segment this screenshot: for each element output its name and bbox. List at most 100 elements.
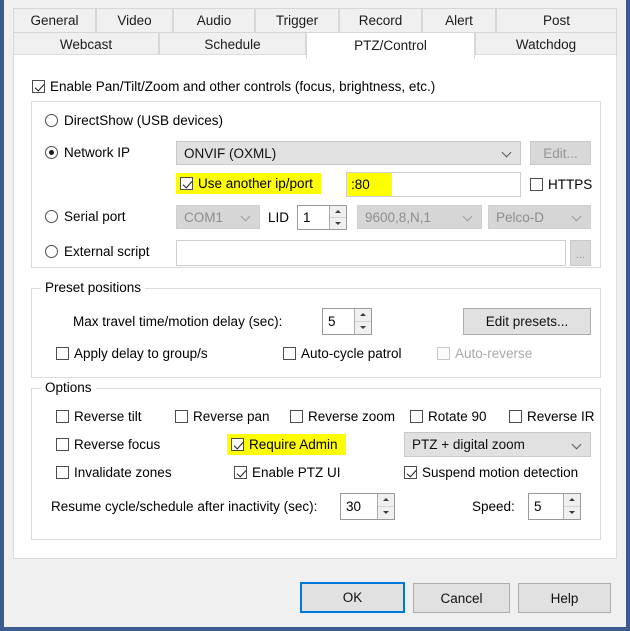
max-travel-time-spinner[interactable]: 5	[322, 308, 372, 335]
lid-value: 1	[303, 210, 311, 225]
speed-label: Speed:	[472, 499, 515, 514]
reverse-pan-label: Reverse pan	[193, 409, 270, 424]
edit-presets-button[interactable]: Edit presets...	[463, 308, 591, 335]
ip-port-value: :80	[347, 173, 392, 196]
radio-external-script-label: External script	[64, 244, 150, 259]
spinner-down-icon[interactable]	[564, 507, 580, 519]
enable-ptz-ui-checkbox[interactable]: Enable PTZ UI	[234, 465, 341, 480]
checkbox-box	[56, 438, 69, 451]
ok-label: OK	[342, 590, 363, 605]
browse-script-button[interactable]: ...	[570, 240, 591, 266]
serial-protocol-combo[interactable]: Pelco-D	[488, 205, 591, 229]
checkbox-box	[530, 178, 543, 191]
speed-value: 5	[534, 499, 542, 514]
invalidate-zones-checkbox[interactable]: Invalidate zones	[56, 465, 172, 480]
checkbox-box	[56, 347, 69, 360]
enable-ptz-checkbox[interactable]: Enable Pan/Tilt/Zoom and other controls …	[32, 79, 435, 94]
tab-label: Audio	[196, 13, 232, 28]
reverse-pan-checkbox[interactable]: Reverse pan	[175, 409, 270, 424]
preset-positions-group: Preset positions Max travel time/motion …	[31, 280, 601, 378]
use-another-ip-port-checkbox[interactable]: Use another ip/port	[176, 173, 321, 194]
apply-delay-label: Apply delay to group/s	[74, 346, 208, 361]
spinner-buttons[interactable]	[377, 494, 394, 519]
tab-post[interactable]: Post	[496, 8, 617, 33]
lid-label: LID	[268, 210, 290, 225]
radio-directshow[interactable]: DirectShow (USB devices)	[45, 113, 223, 128]
chevron-down-icon	[503, 148, 512, 157]
tab-label: PTZ/Control	[354, 38, 427, 53]
spinner-down-icon[interactable]	[378, 507, 394, 519]
ptz-protocol-combo[interactable]: ONVIF (OXML)	[176, 141, 521, 165]
tab-label: Video	[117, 13, 152, 28]
reverse-focus-label: Reverse focus	[74, 437, 161, 452]
lid-spinner[interactable]: 1	[297, 205, 347, 230]
spinner-buttons[interactable]	[329, 206, 346, 229]
ok-button[interactable]: OK	[300, 582, 405, 613]
auto-cycle-patrol-checkbox[interactable]: Auto-cycle patrol	[283, 346, 402, 361]
spinner-up-icon[interactable]	[355, 309, 371, 322]
apply-delay-to-groups-checkbox[interactable]: Apply delay to group/s	[56, 346, 208, 361]
radio-circle	[45, 210, 58, 223]
spinner-up-icon[interactable]	[330, 206, 346, 218]
tab-audio[interactable]: Audio	[173, 8, 255, 33]
rotate-90-checkbox[interactable]: Rotate 90	[410, 409, 487, 424]
checkbox-box	[32, 80, 45, 93]
radio-network-ip[interactable]: Network IP	[45, 145, 130, 160]
require-admin-checkbox[interactable]: Require Admin	[227, 434, 346, 455]
baud-rate-value: 9600,8,N,1	[365, 209, 432, 225]
tab-record[interactable]: Record	[339, 8, 422, 33]
checkbox-box	[175, 410, 188, 423]
source-group: DirectShow (USB devices) Network IP ONVI…	[31, 101, 601, 268]
spinner-down-icon[interactable]	[355, 322, 371, 334]
radio-external-script[interactable]: External script	[45, 244, 150, 259]
cancel-label: Cancel	[440, 590, 483, 606]
https-checkbox[interactable]: HTTPS	[530, 177, 592, 192]
reverse-ir-checkbox[interactable]: Reverse IR	[509, 409, 595, 424]
com-port-combo[interactable]: COM1	[176, 205, 260, 229]
tab-label: Record	[358, 13, 403, 28]
checkbox-box	[234, 466, 247, 479]
https-label: HTTPS	[548, 177, 593, 192]
suspend-motion-detection-checkbox[interactable]: Suspend motion detection	[404, 465, 578, 480]
spinner-up-icon[interactable]	[378, 494, 394, 507]
tab-video[interactable]: Video	[96, 8, 173, 33]
tab-label: Watchdog	[515, 37, 577, 52]
max-travel-time-label: Max travel time/motion delay (sec):	[73, 314, 283, 329]
tab-ptz-control[interactable]: PTZ/Control	[306, 32, 475, 59]
resume-cycle-spinner[interactable]: 30	[340, 493, 395, 520]
auto-reverse-checkbox: Auto-reverse	[437, 346, 532, 361]
checkbox-box	[231, 438, 244, 451]
checkbox-box	[283, 347, 296, 360]
cancel-button[interactable]: Cancel	[413, 583, 510, 613]
tab-general[interactable]: General	[13, 8, 96, 33]
tab-label: Alert	[445, 13, 473, 28]
spinner-buttons[interactable]	[563, 494, 580, 519]
external-script-input[interactable]	[176, 240, 566, 266]
reverse-tilt-label: Reverse tilt	[74, 409, 142, 424]
invalidate-zones-label: Invalidate zones	[74, 465, 172, 480]
help-button[interactable]: Help	[518, 583, 611, 613]
tab-trigger[interactable]: Trigger	[255, 8, 339, 33]
radio-serial-port-label: Serial port	[64, 209, 126, 224]
auto-cycle-patrol-label: Auto-cycle patrol	[301, 346, 402, 361]
use-another-ip-port-label: Use another ip/port	[198, 176, 313, 191]
spinner-buttons[interactable]	[354, 309, 371, 334]
reverse-tilt-checkbox[interactable]: Reverse tilt	[56, 409, 142, 424]
spinner-up-icon[interactable]	[564, 494, 580, 507]
radio-network-ip-label: Network IP	[64, 145, 131, 160]
speed-spinner[interactable]: 5	[528, 493, 581, 520]
ip-port-input[interactable]: :80	[346, 172, 521, 197]
spinner-down-icon[interactable]	[330, 218, 346, 229]
reverse-focus-checkbox[interactable]: Reverse focus	[56, 437, 160, 452]
checkbox-box	[180, 177, 193, 190]
max-travel-time-value: 5	[328, 314, 336, 329]
reverse-zoom-checkbox[interactable]: Reverse zoom	[290, 409, 395, 424]
radio-serial-port[interactable]: Serial port	[45, 209, 126, 224]
baud-rate-combo[interactable]: 9600,8,N,1	[357, 205, 482, 229]
chevron-down-icon	[464, 212, 473, 221]
tab-alert[interactable]: Alert	[422, 8, 496, 33]
edit-protocol-button[interactable]: Edit...	[530, 141, 591, 165]
serial-protocol-value: Pelco-D	[496, 209, 545, 225]
zoom-mode-combo[interactable]: PTZ + digital zoom	[404, 432, 591, 457]
checkbox-box	[437, 347, 450, 360]
